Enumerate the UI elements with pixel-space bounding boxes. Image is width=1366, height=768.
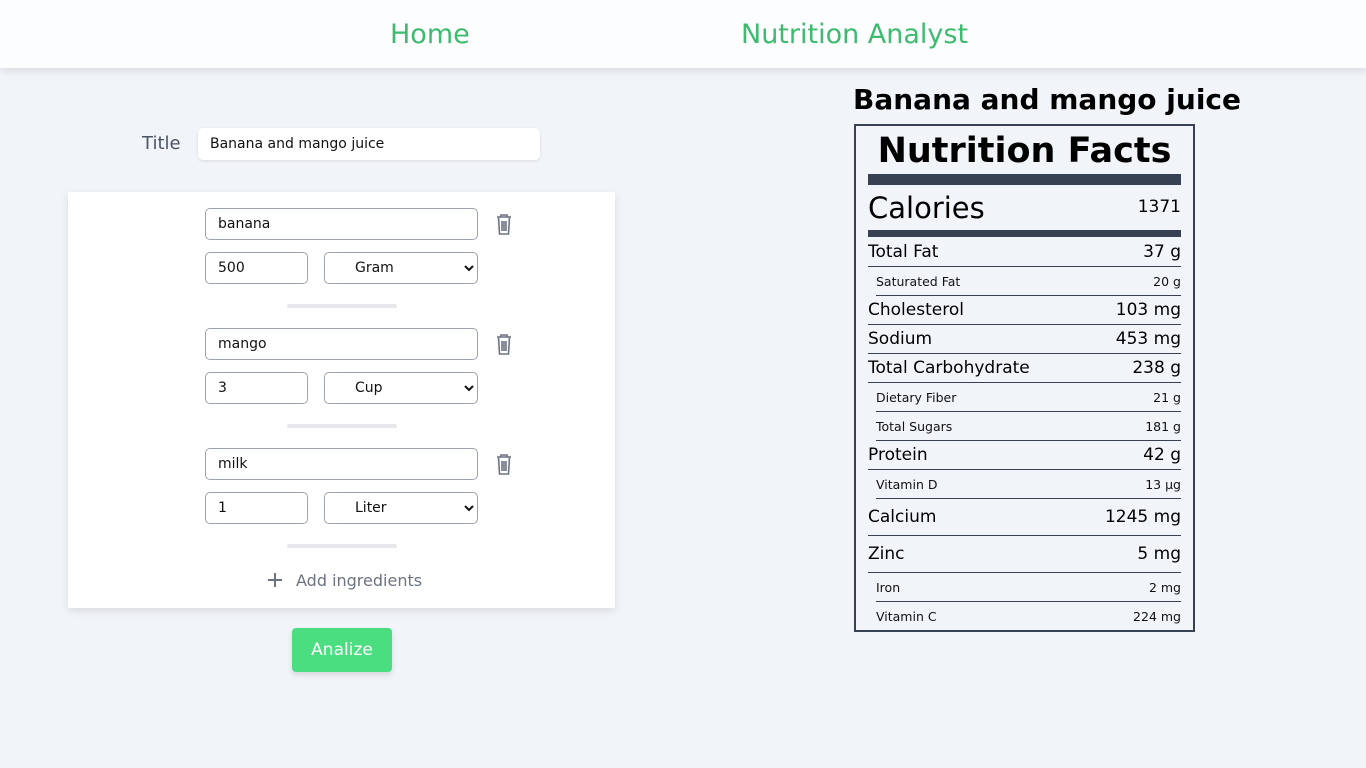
calories-value: 1371 [1137, 197, 1181, 217]
nutrient-value: 453 mg [1115, 329, 1181, 349]
nutrient-value: 42 g [1143, 445, 1181, 465]
ingredient-unit-select[interactable]: Cup [324, 372, 478, 404]
top-nav: Home Nutrition Analyst [0, 0, 1366, 68]
ingredients-card: Gram Cup Liter Add ingredients [68, 192, 615, 608]
analyze-button[interactable]: Analize [292, 628, 392, 672]
recipe-title: Banana and mango juice [853, 83, 1242, 116]
nutrient-value: 21 g [1153, 389, 1181, 405]
nutrient-row-total-sugars: Total Sugars 181 g [876, 412, 1181, 441]
nutrient-row-total-carbohydrate: Total Carbohydrate 238 g [868, 354, 1181, 383]
nutrient-value: 37 g [1143, 242, 1181, 262]
ingredient-name-input[interactable] [205, 328, 478, 360]
nutrient-label: Iron [876, 579, 901, 595]
nutrient-label: Total Sugars [876, 418, 953, 434]
nutrition-facts-panel: Nutrition Facts Calories 1371 Total Fat … [854, 124, 1195, 632]
nutrient-value: 238 g [1132, 358, 1181, 378]
trash-icon[interactable] [494, 332, 514, 356]
nutrient-row-protein: Protein 42 g [868, 441, 1181, 470]
nutrient-label: Vitamin D [876, 476, 938, 492]
nutrient-value: 20 g [1153, 273, 1181, 289]
nutrient-label: Total Carbohydrate [868, 358, 1030, 378]
nutrient-value: 224 mg [1133, 608, 1181, 624]
title-label: Title [142, 133, 181, 154]
add-ingredients-button[interactable]: Add ingredients [267, 568, 422, 592]
nutrient-label: Saturated Fat [876, 273, 961, 289]
trash-icon[interactable] [494, 212, 514, 236]
nutrient-row-zinc: Zinc 5 mg [868, 536, 1181, 573]
ingredient-divider [287, 424, 397, 428]
nutrient-row-iron: Iron 2 mg [876, 573, 1181, 602]
nutrient-label: Protein [868, 445, 928, 465]
nutrient-value: 13 µg [1145, 476, 1181, 492]
ingredient-name-input[interactable] [205, 448, 478, 480]
ingredient-unit-select[interactable]: Gram [324, 252, 478, 284]
ingredient-quantity-input[interactable] [205, 252, 308, 284]
calories-label: Calories [868, 191, 985, 225]
add-ingredients-label: Add ingredients [296, 570, 423, 590]
nutrient-label: Total Fat [868, 242, 939, 262]
ingredient-quantity-input[interactable] [205, 372, 308, 404]
ingredient-unit-select[interactable]: Liter [324, 492, 478, 524]
nutrient-row-vitamin-d: Vitamin D 13 µg [876, 470, 1181, 499]
title-input[interactable] [198, 128, 540, 160]
ingredient-divider [287, 304, 397, 308]
nav-nutrition-analyst-link[interactable]: Nutrition Analyst [741, 17, 968, 53]
nutrient-row-dietary-fiber: Dietary Fiber 21 g [876, 383, 1181, 412]
nutrient-row-cholesterol: Cholesterol 103 mg [868, 296, 1181, 325]
nutrient-row-calcium: Calcium 1245 mg [868, 499, 1181, 536]
nutrient-value: 103 mg [1115, 300, 1181, 320]
nutrient-label: Sodium [868, 329, 933, 349]
nutrient-value: 1245 mg [1104, 507, 1181, 527]
nav-home-link[interactable]: Home [390, 17, 470, 53]
ingredient-item: Cup [205, 328, 525, 438]
thick-divider [868, 230, 1181, 237]
nutrient-value: 5 mg [1137, 544, 1181, 564]
ingredient-name-input[interactable] [205, 208, 478, 240]
nutrition-facts-heading: Nutrition Facts [877, 131, 1172, 171]
nutrient-value: 2 mg [1148, 579, 1181, 595]
nutrient-row-vitamin-c: Vitamin C 224 mg [876, 602, 1181, 631]
trash-icon[interactable] [494, 452, 514, 476]
ingredient-item: Liter [205, 448, 525, 558]
ingredient-item: Gram [205, 208, 525, 318]
nutrient-label: Cholesterol [868, 300, 964, 320]
ingredient-divider [287, 544, 397, 548]
nutrient-label: Dietary Fiber [876, 389, 957, 405]
nutrient-label: Zinc [868, 544, 905, 564]
nutrient-row-total-fat: Total Fat 37 g [868, 238, 1181, 267]
nutrient-value: 181 g [1145, 418, 1181, 434]
ingredient-quantity-input[interactable] [205, 492, 308, 524]
nutrient-row-saturated-fat: Saturated Fat 20 g [876, 267, 1181, 296]
nutrient-row-sodium: Sodium 453 mg [868, 325, 1181, 354]
thick-divider [868, 174, 1181, 185]
plus-icon [267, 572, 283, 588]
nutrient-label: Vitamin C [876, 608, 937, 624]
nutrient-label: Calcium [868, 507, 937, 527]
